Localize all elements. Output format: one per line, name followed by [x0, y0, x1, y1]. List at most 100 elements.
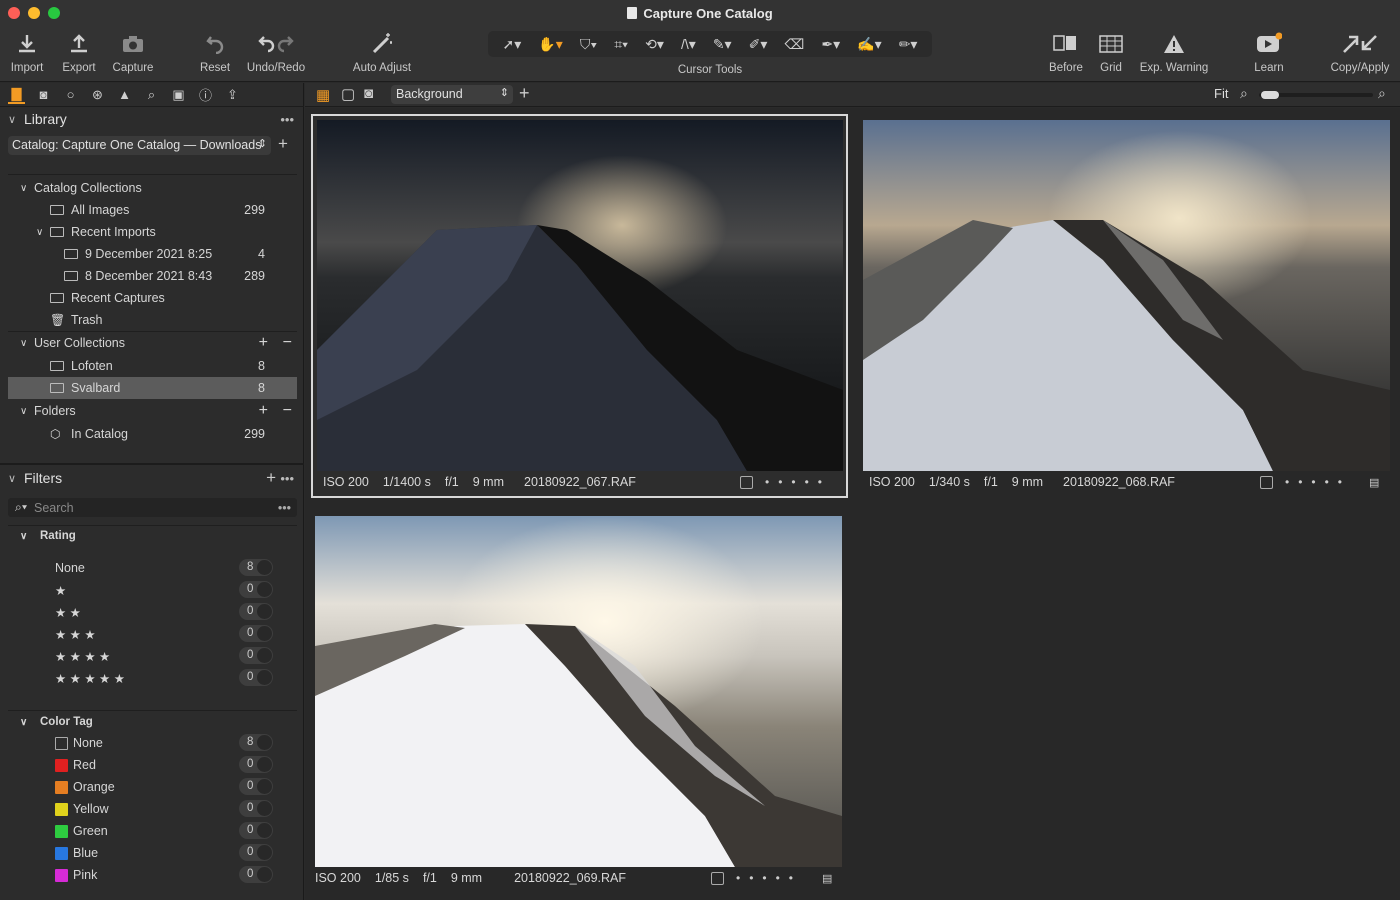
preview-view-icon[interactable]: ◙	[364, 85, 373, 102]
background-select[interactable]: Background ⇕	[391, 85, 513, 104]
folders-header[interactable]: ∨ Folders + −	[20, 400, 294, 422]
filters-header[interactable]: ∨ Filters + •••	[0, 467, 304, 489]
annotate-icon[interactable]: ✏▾	[899, 36, 918, 53]
exposure-tab-icon[interactable]: ▲	[116, 87, 133, 102]
capture-tab-camera-icon[interactable]: ◙	[35, 87, 52, 102]
grid-button[interactable]: Grid	[1094, 28, 1128, 74]
window-title-text: Capture One Catalog	[643, 6, 773, 21]
catalog-collections-header[interactable]: ∨ Catalog Collections	[20, 177, 294, 199]
zoom-fit-label[interactable]: Fit	[1214, 86, 1228, 101]
zoom-slider-handle[interactable]	[1261, 91, 1279, 99]
rating-filter-row[interactable]: ★ ★ ★ ★ 0	[55, 645, 275, 667]
capture-button[interactable]: Capture	[108, 28, 158, 74]
thumbnail-067[interactable]: ISO 200 1/1400 s f/1 9 mm 20180922_067.R…	[311, 114, 848, 498]
catalog-select[interactable]: Catalog: Capture One Catalog — Downloads…	[8, 136, 271, 155]
collection-recent-imports[interactable]: ∨ Recent Imports	[36, 221, 265, 243]
color-tag-filter-row[interactable]: None 8	[55, 732, 275, 754]
reset-button[interactable]: Reset	[194, 28, 236, 74]
auto-adjust-button[interactable]: Auto Adjust	[346, 28, 418, 74]
brush-icon[interactable]: ✎▾	[713, 36, 732, 53]
color-tag-header[interactable]: ∨ Color Tag	[20, 711, 294, 733]
loupe-icon[interactable]: ⛉▾	[580, 36, 597, 53]
rating-filter-row[interactable]: ★ 0	[55, 579, 275, 601]
add-filter-icon[interactable]: +	[266, 468, 276, 488]
collection-lofoten[interactable]: Lofoten 8	[50, 355, 265, 377]
edited-badge-icon: ▤	[822, 873, 833, 885]
details-tab-magnifier-icon[interactable]: ⌕	[143, 87, 160, 103]
color-tag-filter-row[interactable]: Yellow 0	[55, 798, 275, 820]
zoom-slider-track[interactable]	[1259, 91, 1373, 99]
photo-068[interactable]	[863, 120, 1390, 471]
export-button[interactable]: Export	[56, 28, 102, 74]
undo-redo-label: Undo/Redo	[246, 62, 306, 74]
library-header[interactable]: ∨ Library •••	[0, 108, 304, 130]
copy-apply-button[interactable]: Copy/Apply	[1326, 28, 1394, 74]
rating-filter-row[interactable]: ★ ★ ★ ★ ★ 0	[55, 667, 275, 689]
metadata-tab-info-icon[interactable]: ⓘ	[197, 85, 214, 104]
crop-icon[interactable]: ⌗▾	[614, 36, 628, 53]
undo-redo-button[interactable]: Undo/Redo	[244, 28, 308, 74]
color-tag-filter-row[interactable]: Orange 0	[55, 776, 275, 798]
star-rating-dots[interactable]: •••••	[1285, 475, 1351, 489]
select-cursor-icon[interactable]: ➚▾	[503, 36, 522, 53]
color-tag-filter-row[interactable]: Red 0	[55, 754, 275, 776]
before-button[interactable]: Before	[1044, 28, 1088, 74]
rating-filter-row[interactable]: ★ ★ 0	[55, 601, 275, 623]
collection-import-9-dec[interactable]: 9 December 2021 8:25 4	[64, 243, 265, 265]
select-checkbox[interactable]	[711, 872, 724, 885]
pan-hand-icon[interactable]: ✋▾	[538, 36, 562, 53]
filter-search-input[interactable]: ⌕▾ Search •••	[8, 498, 297, 517]
exp-warning-button[interactable]: Exp. Warning	[1136, 28, 1212, 74]
add-collection-icon[interactable]: +	[259, 334, 268, 352]
remove-collection-icon[interactable]: −	[283, 334, 292, 352]
rating-filter-row[interactable]: ★ ★ ★ 0	[55, 623, 275, 645]
color-tab-icon[interactable]: ⊛	[89, 87, 106, 103]
picker-icon[interactable]: ✒▾	[821, 36, 840, 53]
rating-filter-row[interactable]: None 8	[55, 557, 275, 579]
photo-069[interactable]	[315, 516, 842, 867]
rotate-icon[interactable]: ⟲▾	[645, 36, 664, 53]
collection-svalbard[interactable]: Svalbard 8	[50, 377, 265, 399]
learn-button[interactable]: Learn	[1246, 28, 1292, 74]
collection-recent-captures[interactable]: Recent Captures	[50, 287, 265, 309]
add-catalog-icon[interactable]: +	[278, 134, 288, 154]
iso-value: ISO 200	[323, 475, 369, 489]
folder-in-catalog[interactable]: ⬡ In Catalog 299	[50, 423, 265, 445]
collection-trash[interactable]: 🗑 Trash	[50, 309, 265, 331]
import-button[interactable]: Import	[4, 28, 50, 74]
grid-view-icon[interactable]: ▦	[316, 86, 330, 104]
adjustments-tab-icon[interactable]: ▣	[170, 87, 187, 103]
library-tab-folder-icon[interactable]: ▇	[8, 86, 25, 104]
star-rating-dots[interactable]: •••••	[765, 475, 831, 489]
color-tag-filter-row[interactable]: Green 0	[55, 820, 275, 842]
eraser-icon[interactable]: ⌫	[784, 36, 804, 53]
magic-wand-icon	[346, 28, 418, 60]
color-tag-filter-row[interactable]: Blue 0	[55, 842, 275, 864]
more-options-icon[interactable]: •••	[280, 112, 294, 127]
color-tag-filter-row[interactable]: Pink 0	[55, 864, 275, 886]
select-checkbox[interactable]	[1260, 476, 1273, 489]
heal-icon[interactable]: ✐▾	[749, 36, 768, 53]
single-view-icon[interactable]: ▢	[341, 85, 355, 103]
zoom-out-icon[interactable]: ⌕	[1240, 85, 1248, 102]
collection-import-8-dec[interactable]: 8 December 2021 8:43 289	[64, 265, 265, 287]
window-title: Capture One Catalog	[0, 6, 1400, 21]
photo-067[interactable]	[317, 120, 843, 471]
gradient-icon[interactable]: ✍▾	[857, 36, 881, 53]
add-folder-icon[interactable]: +	[259, 402, 268, 420]
thumbnail-068[interactable]: ISO 200 1/340 s f/1 9 mm 20180922_068.RA…	[861, 116, 1393, 498]
rating-header[interactable]: ∨ Rating	[20, 525, 294, 547]
star-rating-dots[interactable]: •••••	[736, 871, 802, 885]
add-icon[interactable]: +	[519, 83, 530, 104]
output-tab-export-icon[interactable]: ⇪	[224, 87, 241, 103]
thumbnail-069[interactable]: ISO 200 1/85 s f/1 9 mm 20180922_069.RAF…	[313, 512, 845, 894]
lens-tab-circle-icon[interactable]: ○	[62, 87, 79, 102]
user-collections-header[interactable]: ∨ User Collections + −	[20, 332, 294, 354]
search-options-icon[interactable]: •••	[278, 501, 291, 515]
keystone-icon[interactable]: /\▾	[681, 36, 696, 53]
collection-all-images[interactable]: All Images 299	[50, 199, 265, 221]
zoom-in-icon[interactable]: ⌕	[1378, 85, 1386, 102]
more-options-icon[interactable]: •••	[280, 471, 294, 486]
select-checkbox[interactable]	[740, 476, 753, 489]
remove-folder-icon[interactable]: −	[283, 402, 292, 420]
